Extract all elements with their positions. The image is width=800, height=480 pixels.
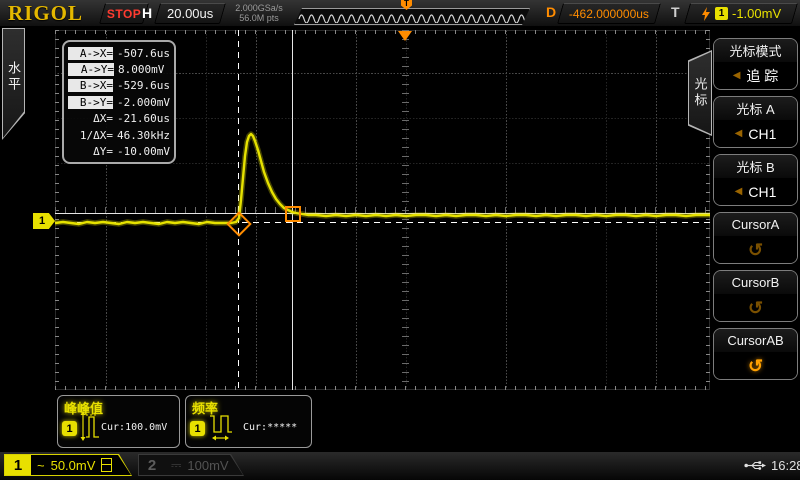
- channel1-tab[interactable]: 1 ~ 50.0mV: [4, 454, 132, 476]
- menu-button-cursor-mode[interactable]: 光标模式 ◀ 追 踪: [713, 38, 798, 90]
- readout-value: -21.60us: [117, 112, 170, 125]
- readout-value: -529.6us: [117, 79, 170, 92]
- menu-button-value: CH1: [748, 126, 776, 142]
- tab-horizontal-label: 水平: [3, 29, 24, 139]
- channel2-coupling: ⎓: [171, 457, 181, 473]
- channel1-number: 1: [5, 455, 31, 475]
- clock-time: 16:28: [771, 458, 800, 473]
- left-arrow-icon: ◀: [733, 70, 741, 81]
- memory-waveform-icon: [297, 10, 527, 23]
- channel2-number: 2: [139, 455, 165, 475]
- graticule-bottom-ticks: [55, 386, 710, 390]
- readout-label: 1/ΔX=: [68, 129, 113, 142]
- menu-button-title: 光标 B: [714, 155, 797, 178]
- menu-button-cursor-a[interactable]: CursorA ↺: [713, 212, 798, 264]
- clock-area: 16:28: [744, 458, 800, 473]
- channel2-tab[interactable]: 2 ⎓ 100mV: [138, 454, 244, 476]
- readout-label: A->X=: [68, 47, 113, 60]
- menu-button-value: CH1: [748, 184, 776, 200]
- meas-cur: Cur:100.0mV: [101, 422, 167, 434]
- channel1-coupling: ~: [37, 458, 45, 473]
- timebase-readout: 20.00us: [154, 3, 226, 24]
- oscilloscope-screen: RIGOL STOP H 20.00us 2.000GSa/s 56.0M pt…: [0, 0, 800, 480]
- measurement-freq-box: 频率 1 Cur:***** Avg:***** Min:***** Max:*…: [185, 395, 312, 448]
- frequency-measure-icon: [208, 410, 234, 442]
- channel2-scale: 100mV: [187, 458, 228, 473]
- memory-position-bar: [294, 8, 530, 25]
- run-state-label: STOP: [107, 7, 141, 21]
- menu-button-cursor-a-source[interactable]: 光标 A ◀ CH1: [713, 96, 798, 148]
- trigger-source-badge: 1: [715, 7, 728, 20]
- cursor-readout-panel: A->X= -507.6us A->Y= 8.000mV B->X= -529.6us…: [62, 40, 176, 164]
- channel1-badge: 1: [190, 421, 205, 436]
- trigger-info-readout: 1 -1.00mV: [684, 3, 798, 24]
- readout-value: -2.000mV: [117, 96, 170, 109]
- tab-horizontal: 水平: [2, 28, 25, 140]
- horizontal-offset-value: -462.000000us: [569, 7, 649, 21]
- graticule-top-ticks: [55, 30, 710, 34]
- measurement-vpp-box: 峰峰值 1 Cur:100.0mV Avg:104.0mV Min:100.0m…: [57, 395, 180, 448]
- trigger-slope-icon: [701, 7, 711, 21]
- readout-label: A->Y=: [68, 63, 114, 76]
- timebase-value: 20.00us: [167, 6, 213, 21]
- channel1-ground-marker: 1: [33, 213, 55, 229]
- readout-label: B->Y=: [68, 96, 113, 109]
- menu-button-title: 光标 A: [714, 97, 797, 120]
- tab-cursor-label: 光标: [689, 51, 711, 135]
- trigger-position-marker-icon: [398, 31, 412, 41]
- brand-logo: RIGOL: [8, 1, 83, 26]
- menu-button-title: CursorAB: [714, 329, 797, 352]
- bandwidth-limit-icon: [101, 458, 112, 472]
- menu-button-title: 光标模式: [714, 39, 797, 62]
- menu-button-cursor-ab[interactable]: CursorAB ↺: [713, 328, 798, 380]
- rotate-knob-icon: ↺: [748, 357, 763, 375]
- rotate-knob-icon: ↺: [748, 299, 763, 317]
- readout-label: ΔX=: [68, 112, 113, 125]
- meas-cur: Cur:*****: [243, 422, 297, 434]
- readout-label: B->X=: [68, 79, 113, 92]
- channel1-scale: 50.0mV: [51, 458, 96, 473]
- top-status-bar: RIGOL STOP H 20.00us 2.000GSa/s 56.0M pt…: [0, 0, 800, 26]
- bottom-channel-bar: 1 ~ 50.0mV 2 ⎓ 100mV: [0, 452, 800, 480]
- readout-value: 46.30kHz: [117, 129, 170, 142]
- sample-rate-value: 2.000GSa/s: [224, 3, 294, 13]
- horizontal-offset-readout: -462.000000us: [557, 3, 661, 24]
- menu-button-value: 追 踪: [746, 66, 778, 86]
- sample-rate-readout: 2.000GSa/s 56.0M pts: [224, 3, 294, 23]
- usb-icon: [744, 460, 766, 471]
- channel1-badge: 1: [62, 421, 77, 436]
- left-arrow-icon: ◀: [735, 186, 743, 197]
- vpp-measure-icon: [80, 410, 100, 442]
- horizontal-label: H: [142, 5, 152, 21]
- delay-label: D: [546, 4, 556, 20]
- menu-button-cursor-b[interactable]: CursorB ↺: [713, 270, 798, 322]
- menu-button-title: CursorB: [714, 271, 797, 294]
- readout-label: ΔY=: [68, 145, 113, 158]
- memory-depth-value: 56.0M pts: [224, 13, 294, 23]
- readout-value: 8.000mV: [118, 63, 164, 76]
- cursor-a-horizontal-line: [55, 222, 710, 223]
- tab-cursor: 光标: [688, 50, 712, 136]
- trigger-label: T: [671, 4, 680, 20]
- readout-value: -507.6us: [117, 47, 170, 60]
- menu-button-cursor-b-source[interactable]: 光标 B ◀ CH1: [713, 154, 798, 206]
- readout-value: -10.00mV: [117, 145, 170, 158]
- cursor-b-horizontal-line: [55, 213, 710, 214]
- left-arrow-icon: ◀: [735, 128, 743, 139]
- rotate-knob-icon: ↺: [748, 241, 763, 259]
- menu-button-title: CursorA: [714, 213, 797, 236]
- cursor-b-track-marker: [285, 206, 301, 222]
- trigger-level-value: -1.00mV: [732, 6, 781, 21]
